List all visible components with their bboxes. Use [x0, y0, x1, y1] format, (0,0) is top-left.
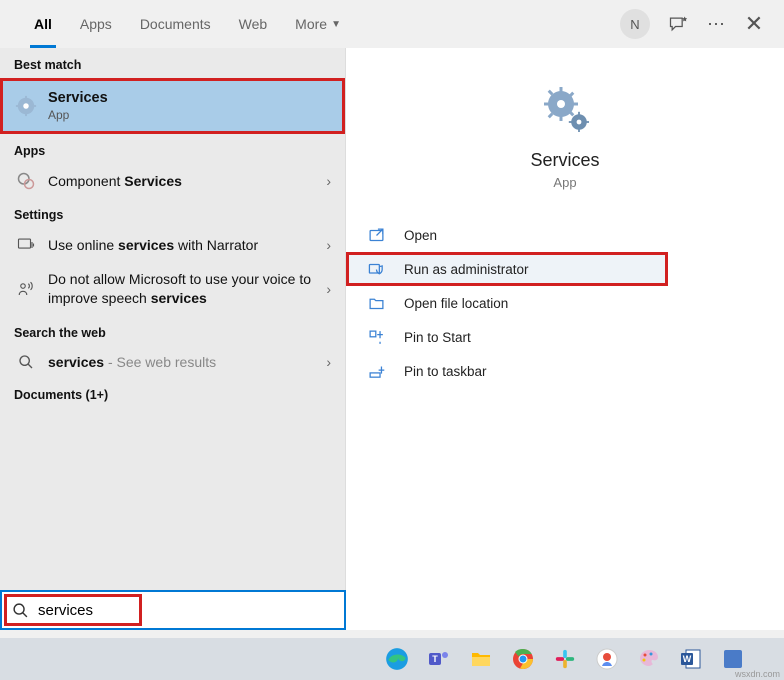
- feedback-icon[interactable]: [668, 14, 688, 34]
- taskbar-edge[interactable]: [380, 642, 414, 676]
- action-open[interactable]: Open: [346, 218, 784, 252]
- apps-label: Apps: [0, 134, 345, 164]
- speech-icon: [14, 280, 38, 298]
- taskbar-word[interactable]: W: [674, 642, 708, 676]
- narrator-icon: [14, 236, 38, 254]
- chevron-right-icon: ›: [326, 354, 331, 370]
- settings-label: Settings: [0, 198, 345, 228]
- search-input[interactable]: [38, 592, 344, 628]
- result-web-services[interactable]: services - See web results ›: [0, 346, 345, 378]
- tab-all[interactable]: All: [20, 0, 66, 48]
- tab-more[interactable]: More▼: [281, 0, 355, 48]
- best-match-label: Best match: [0, 48, 345, 78]
- close-icon[interactable]: ✕: [744, 14, 764, 34]
- chevron-right-icon: ›: [326, 173, 331, 189]
- search-results-panel: Best match Services App Apps Component S…: [0, 48, 784, 630]
- chevron-right-icon: ›: [326, 237, 331, 253]
- best-match-sub: App: [48, 108, 331, 122]
- admin-shield-icon: [368, 261, 390, 278]
- more-options-icon[interactable]: ⋯: [706, 14, 726, 34]
- details-title: Services: [530, 150, 599, 171]
- search-icon: [14, 354, 38, 370]
- action-open-file-location[interactable]: Open file location: [346, 286, 784, 320]
- chevron-right-icon: ›: [326, 281, 331, 297]
- taskbar-slack[interactable]: [548, 642, 582, 676]
- chevron-down-icon: ▼: [331, 19, 341, 30]
- result-component-services[interactable]: Component Services ›: [0, 164, 345, 198]
- taskbar-chrome[interactable]: [506, 642, 540, 676]
- services-gear-icon: [14, 95, 38, 117]
- tab-apps[interactable]: Apps: [66, 0, 126, 48]
- action-run-as-admin[interactable]: Run as administrator: [346, 252, 668, 286]
- documents-label: Documents (1+): [0, 378, 345, 408]
- tab-web[interactable]: Web: [225, 0, 282, 48]
- tab-documents[interactable]: Documents: [126, 0, 225, 48]
- user-avatar[interactable]: N: [620, 9, 650, 39]
- svg-text:T: T: [432, 654, 438, 664]
- search-icon: [2, 602, 38, 619]
- result-speech-services[interactable]: Do not allow Microsoft to use your voice…: [0, 262, 345, 316]
- pin-taskbar-icon: [368, 363, 390, 380]
- action-pin-to-start[interactable]: Pin to Start: [346, 320, 784, 354]
- component-services-icon: [14, 172, 38, 190]
- svg-text:W: W: [683, 654, 692, 664]
- open-icon: [368, 227, 390, 244]
- actions-list: Open Run as administrator Open file loca…: [346, 210, 784, 388]
- taskbar: T W: [0, 638, 784, 680]
- search-tabs: All Apps Documents Web More▼ N ⋯ ✕: [0, 0, 784, 48]
- search-bar[interactable]: [0, 590, 346, 630]
- web-label: Search the web: [0, 316, 345, 346]
- taskbar-paint[interactable]: [632, 642, 666, 676]
- watermark: wsxdn.com: [735, 669, 780, 679]
- taskbar-explorer[interactable]: [464, 642, 498, 676]
- folder-icon: [368, 295, 390, 312]
- services-large-icon: [541, 84, 589, 132]
- pin-start-icon: [368, 329, 390, 346]
- best-match-title: Services: [48, 90, 331, 106]
- best-match-result[interactable]: Services App: [0, 78, 345, 134]
- details-subtitle: App: [553, 175, 576, 190]
- taskbar-teams[interactable]: T: [422, 642, 456, 676]
- results-list: Best match Services App Apps Component S…: [0, 48, 346, 630]
- taskbar-app-red[interactable]: [590, 642, 624, 676]
- details-pane: Services App Open Run as administrator O…: [346, 48, 784, 630]
- action-pin-to-taskbar[interactable]: Pin to taskbar: [346, 354, 784, 388]
- result-narrator-services[interactable]: Use online services with Narrator ›: [0, 228, 345, 262]
